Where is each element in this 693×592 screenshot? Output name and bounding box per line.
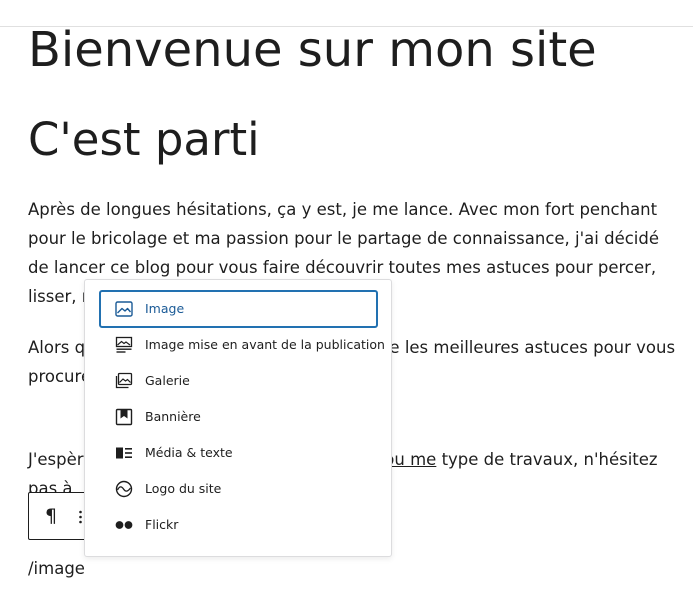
paragraph-block-type-button[interactable]: ¶	[45, 505, 57, 527]
inserter-item-site-logo[interactable]: Logo du site	[99, 470, 378, 508]
inserter-item-label: Média & texte	[145, 445, 233, 460]
more-options-icon[interactable]	[79, 510, 82, 524]
slash-command-input[interactable]: /image	[28, 555, 85, 583]
site-logo-icon	[115, 480, 133, 498]
flickr-icon	[115, 516, 133, 534]
inserter-item-label: Image	[145, 301, 185, 316]
editor-canvas: Bienvenue sur mon site C'est parti Après…	[0, 0, 693, 592]
inserter-item-image[interactable]: Image	[99, 290, 378, 328]
inserter-item-label: Bannière	[145, 409, 201, 424]
featured-image-icon	[115, 336, 133, 354]
inserter-item-featured-image[interactable]: Image mise en avant de la publication	[99, 326, 385, 364]
inserter-item-label: Logo du site	[145, 481, 222, 496]
paragraph-3-link[interactable]: ou me	[384, 450, 436, 469]
media-text-icon	[115, 444, 133, 462]
gallery-icon	[115, 372, 133, 390]
inserter-item-label: Galerie	[145, 373, 190, 388]
post-title[interactable]: Bienvenue sur mon site	[28, 18, 597, 82]
inserter-item-label: Flickr	[145, 517, 179, 532]
inserter-item-label: Image mise en avant de la publication	[145, 337, 385, 352]
cover-icon	[115, 408, 133, 426]
inserter-item-media-text[interactable]: Média & texte	[99, 434, 378, 472]
inserter-item-cover[interactable]: Bannière	[99, 398, 378, 436]
inserter-item-gallery[interactable]: Galerie	[99, 362, 378, 400]
heading-block[interactable]: C'est parti	[28, 110, 260, 170]
inserter-item-flickr[interactable]: Flickr	[99, 506, 378, 544]
block-inserter-popover: Image Image mise en avant de la publicat…	[84, 279, 392, 557]
image-icon	[115, 300, 133, 318]
